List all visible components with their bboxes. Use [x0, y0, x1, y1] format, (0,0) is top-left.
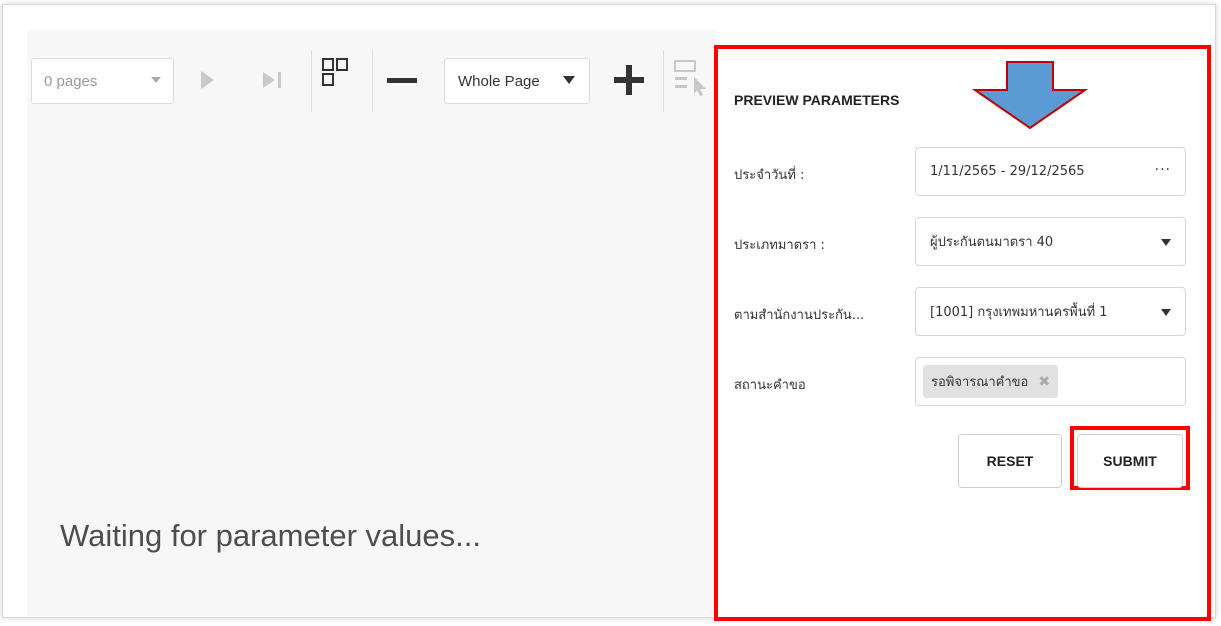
zoom-out-icon[interactable]	[385, 74, 419, 88]
highlight-editing-fields-icon[interactable]	[672, 57, 712, 101]
multi-page-icon[interactable]	[320, 56, 354, 90]
office-label: ตามสำนักงานประกัน...	[734, 308, 865, 323]
reset-button[interactable]: RESET	[958, 434, 1062, 488]
status-tag-label: รอพิจารณาคำขอ	[931, 375, 1029, 390]
chevron-down-icon	[1161, 239, 1171, 246]
date-range-value: 1/11/2565 - 29/12/2565	[930, 164, 1085, 179]
date-range-label: ประจำวันที่ :	[734, 168, 805, 183]
zoom-selector-value: Whole Page	[458, 72, 540, 90]
arrow-down-annotation	[971, 61, 1089, 130]
submit-button[interactable]: SUBMIT	[1077, 434, 1183, 488]
toolbar-separator	[663, 50, 664, 112]
waiting-status-text: Waiting for parameter values...	[60, 518, 481, 553]
toolbar-separator	[311, 50, 312, 112]
more-options-icon[interactable]: ···	[1155, 162, 1171, 178]
insured-type-value: ผู้ประกันตนมาตรา 40	[930, 235, 1054, 250]
zoom-selector[interactable]: Whole Page	[444, 58, 590, 104]
insured-type-dropdown[interactable]: ผู้ประกันตนมาตรา 40	[915, 217, 1186, 266]
toolbar-separator	[372, 50, 373, 112]
last-page-icon[interactable]	[258, 68, 286, 92]
page-selector[interactable]: 0 pages	[31, 58, 174, 104]
request-status-label: สถานะคำขอ	[734, 378, 806, 393]
chevron-down-icon	[563, 76, 575, 84]
insured-type-label: ประเภทมาตรา :	[734, 238, 825, 253]
chevron-down-icon	[151, 77, 161, 83]
date-range-input[interactable]: 1/11/2565 - 29/12/2565 ···	[915, 147, 1186, 196]
request-status-tag-input[interactable]: รอพิจารณาคำขอ ✖	[915, 357, 1186, 406]
page-selector-value: 0 pages	[44, 72, 98, 90]
panel-title: PREVIEW PARAMETERS	[734, 92, 900, 108]
office-value: [1001] กรุงเทพมหานครพื้นที่ 1	[930, 305, 1108, 320]
office-dropdown[interactable]: [1001] กรุงเทพมหานครพื้นที่ 1	[915, 287, 1186, 336]
chevron-down-icon	[1161, 309, 1171, 316]
zoom-in-icon[interactable]	[612, 62, 646, 98]
status-tag: รอพิจารณาคำขอ ✖	[923, 365, 1059, 398]
remove-tag-icon[interactable]: ✖	[1038, 374, 1050, 390]
next-page-icon[interactable]	[197, 68, 217, 92]
